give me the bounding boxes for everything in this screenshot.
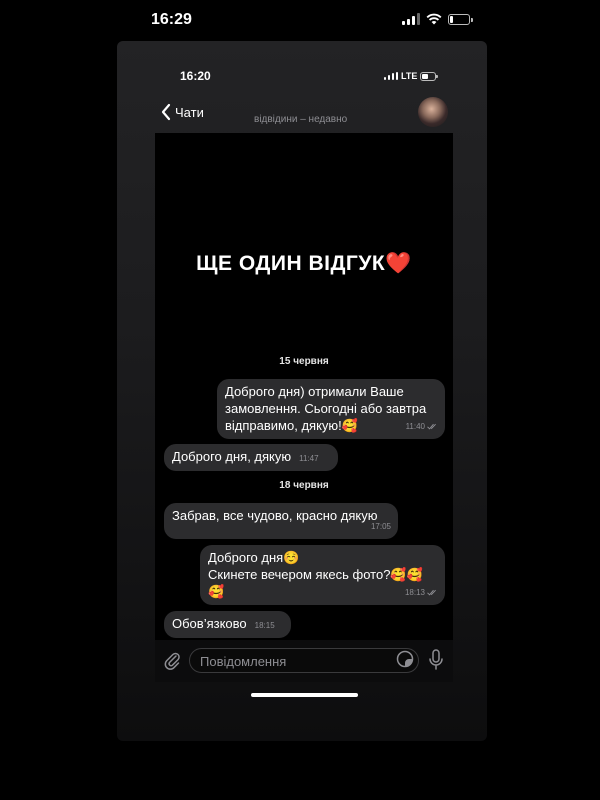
message-input[interactable]: Повідомлення: [189, 648, 419, 673]
network-label: LTE: [401, 71, 418, 81]
battery-icon: [448, 13, 473, 25]
date-separator: 18 червня: [279, 480, 329, 491]
message-outgoing[interactable]: Доброго дня☺️ Скинете вечером якесь фото…: [200, 545, 445, 605]
message-time: 11:47: [299, 454, 319, 463]
signal-icon: [402, 13, 420, 25]
message-text: Обов’язково: [172, 616, 247, 631]
wifi-icon: [426, 13, 442, 25]
inner-status-time: 16:20: [180, 69, 211, 83]
chevron-left-icon: [161, 103, 171, 121]
message-outgoing[interactable]: Доброго дня) отримали Ваше замовлення. С…: [217, 379, 445, 439]
back-button[interactable]: Чати: [160, 103, 204, 121]
heart-emoji: ❤️: [385, 252, 412, 275]
inner-battery-icon: [420, 71, 439, 81]
message-input-placeholder: Повідомлення: [200, 654, 287, 669]
date-separator: 15 червня: [279, 356, 329, 367]
sticker-icon[interactable]: [396, 650, 414, 668]
last-seen-status: відвідини – недавно: [254, 114, 348, 125]
message-time: 18:15: [254, 621, 275, 630]
message-time: 11:40: [405, 422, 425, 431]
paperclip-icon[interactable]: [163, 650, 181, 670]
headline: ЩЕ ОДИН ВІДГУК❤️: [155, 252, 453, 276]
microphone-icon[interactable]: [428, 649, 444, 671]
message-incoming[interactable]: Забрав, все чудово, красно дякую 17:05: [164, 503, 398, 539]
headline-text: ЩЕ ОДИН ВІДГУК: [196, 252, 386, 275]
message-text: Доброго дня, дякую: [172, 449, 292, 464]
avatar[interactable]: [418, 97, 448, 127]
outer-status-icons: [402, 13, 473, 25]
message-incoming[interactable]: Обов’язково 18:15: [164, 611, 291, 638]
message-text: Доброго дня☺️ Скинете вечером якесь фото…: [208, 550, 423, 599]
message-incoming[interactable]: Доброго дня, дякую 11:47: [164, 444, 338, 471]
inner-status-icons: LTE: [384, 71, 439, 81]
back-label: Чати: [175, 104, 204, 120]
inner-signal-icon: [384, 72, 398, 80]
message-time: 17:05: [370, 522, 391, 531]
message-text: Забрав, все чудово, красно дякую: [172, 508, 378, 523]
double-check-icon: [427, 423, 436, 430]
message-time: 18:13: [404, 588, 425, 597]
outer-status-time: 16:29: [151, 11, 192, 28]
home-indicator[interactable]: [251, 693, 358, 697]
double-check-icon: [427, 589, 436, 596]
